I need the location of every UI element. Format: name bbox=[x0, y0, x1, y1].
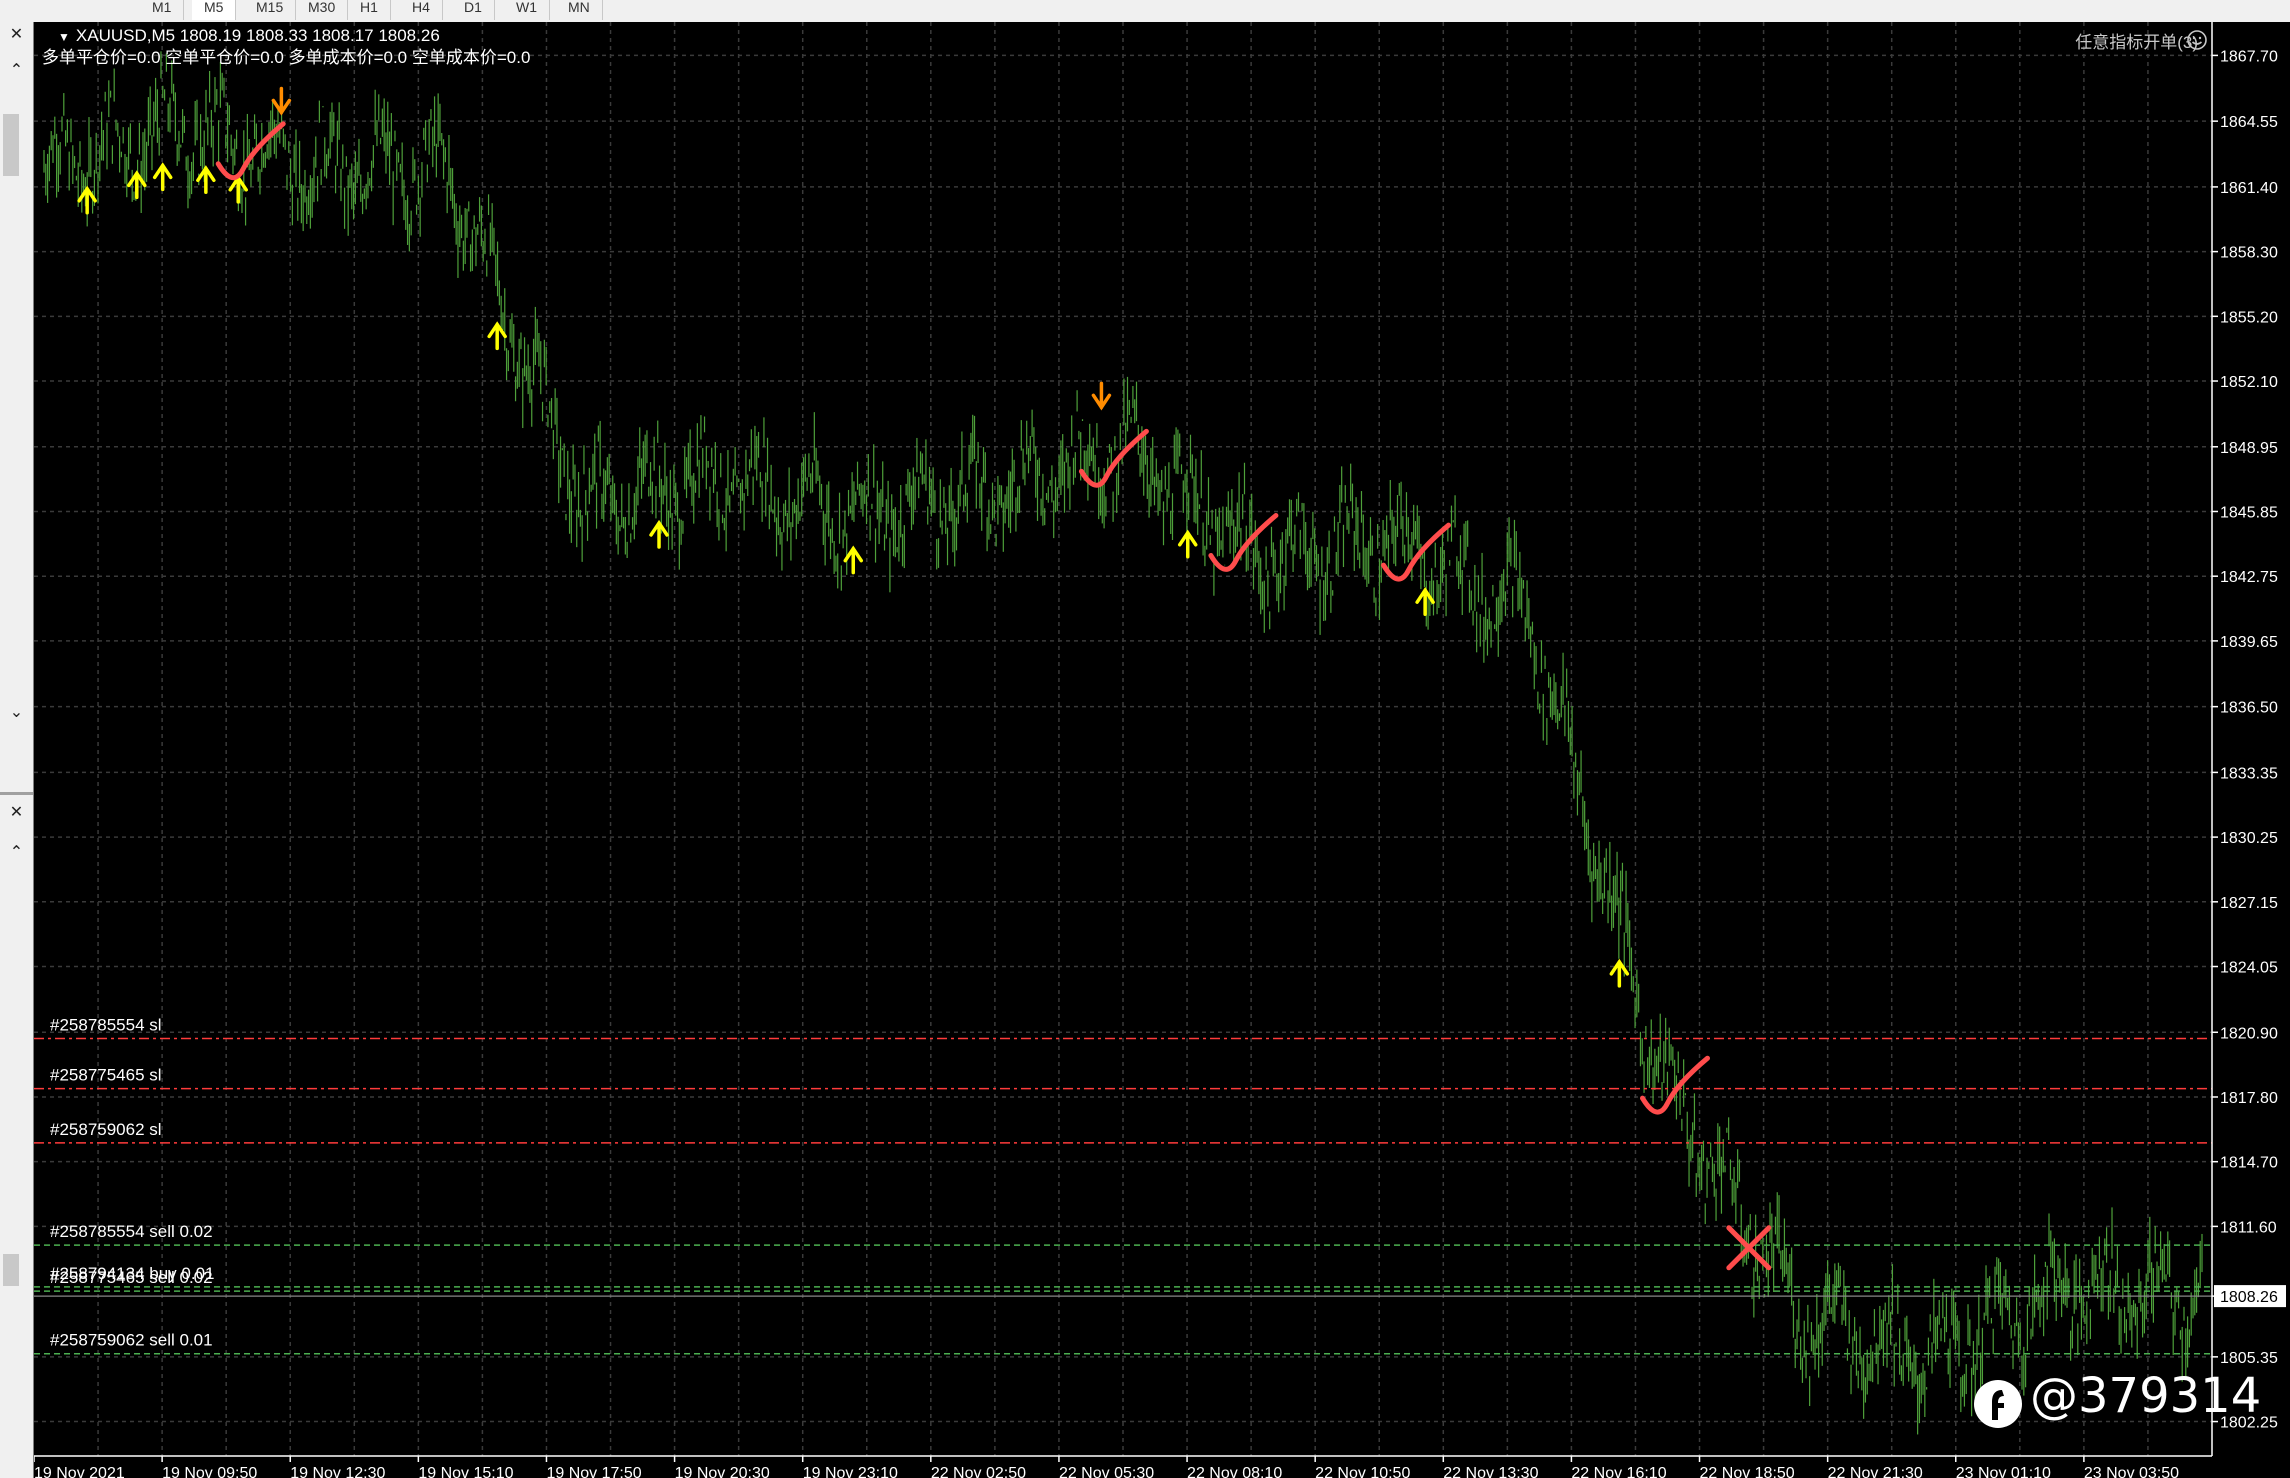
timeframe-toolbar: M1 M5 M15 M30 H1 H4 D1 W1 MN bbox=[0, 0, 2290, 23]
price-tick-label: 1845.85 bbox=[2220, 504, 2278, 521]
timeframe-tab-m30[interactable]: M30 bbox=[296, 0, 349, 20]
price-tick-label: 1805.35 bbox=[2220, 1350, 2278, 1367]
panel-divider[interactable] bbox=[0, 792, 33, 795]
price-tick-label: 1852.10 bbox=[2220, 374, 2278, 391]
price-tick-label: 1864.55 bbox=[2220, 114, 2278, 131]
order-label: #258785554 sl bbox=[50, 1016, 162, 1035]
dropdown-triangle-icon[interactable]: ▼ bbox=[58, 30, 70, 44]
time-tick-label: 19 Nov 17:50 bbox=[546, 1465, 641, 1478]
timeframe-tab-mn[interactable]: MN bbox=[556, 0, 603, 20]
order-label: #258759062 sl bbox=[50, 1120, 162, 1139]
watermark-logo-icon bbox=[1974, 1380, 2022, 1428]
chevron-down-icon[interactable]: ⌄ bbox=[0, 702, 33, 721]
order-label: #258775465 sell 0.02 bbox=[50, 1268, 213, 1287]
price-tick-label: 1833.35 bbox=[2220, 765, 2278, 782]
timeframe-tab-d1[interactable]: D1 bbox=[452, 0, 495, 20]
time-tick-label: 22 Nov 16:10 bbox=[1571, 1465, 1666, 1478]
price-axis-panel bbox=[2212, 22, 2290, 1478]
price-tick-label: 1811.60 bbox=[2220, 1219, 2277, 1236]
order-label: #258759062 sell 0.01 bbox=[50, 1331, 213, 1350]
left-panel-strip: ✕ ⌃ ⌄ ✕ ⌃ bbox=[0, 22, 34, 1478]
price-tick-label: 1836.50 bbox=[2220, 700, 2278, 717]
timeframe-tab-h4[interactable]: H4 bbox=[400, 0, 443, 20]
chart-background bbox=[34, 22, 2290, 1478]
cost-price-line: 多单平仓价=0.0 空单平仓价=0.0 多单成本价=0.0 空单成本价=0.0 bbox=[42, 48, 531, 67]
time-tick-label: 22 Nov 05:30 bbox=[1059, 1465, 1154, 1478]
time-tick-label: 19 Nov 20:30 bbox=[675, 1465, 770, 1478]
watermark-text: @379314 bbox=[2030, 1368, 2262, 1424]
price-tick-label: 1827.15 bbox=[2220, 895, 2278, 912]
indicator-label: 任意指标开单(3) bbox=[2075, 33, 2198, 52]
order-label: #258775465 sl bbox=[50, 1066, 162, 1085]
price-tick-label: 1867.70 bbox=[2220, 48, 2278, 65]
time-tick-label: 22 Nov 18:50 bbox=[1700, 1465, 1795, 1478]
close-icon[interactable]: ✕ bbox=[0, 24, 33, 43]
time-tick-label: 22 Nov 02:50 bbox=[931, 1465, 1026, 1478]
price-tick-label: 1824.05 bbox=[2220, 960, 2278, 977]
chevron-up-icon[interactable]: ⌃ bbox=[0, 842, 33, 861]
time-tick-label: 19 Nov 15:10 bbox=[418, 1465, 513, 1478]
price-tick-label: 1820.90 bbox=[2220, 1025, 2278, 1042]
timeframe-tab-w1[interactable]: W1 bbox=[504, 0, 550, 20]
time-tick-label: 23 Nov 03:50 bbox=[2084, 1465, 2179, 1478]
order-label: #258785554 sell 0.02 bbox=[50, 1222, 213, 1241]
timeframe-tab-m1[interactable]: M1 bbox=[140, 0, 185, 20]
price-tick-label: 1858.30 bbox=[2220, 245, 2278, 262]
timeframe-tab-m15[interactable]: M15 bbox=[244, 0, 297, 20]
time-tick-label: 23 Nov 01:10 bbox=[1956, 1465, 2051, 1478]
scrollbar-thumb[interactable] bbox=[3, 114, 19, 176]
price-tick-label: 1842.75 bbox=[2220, 569, 2278, 586]
time-tick-label: 22 Nov 21:30 bbox=[1828, 1465, 1923, 1478]
price-tick-label: 1817.80 bbox=[2220, 1090, 2278, 1107]
price-tick-label: 1848.95 bbox=[2220, 440, 2278, 457]
price-tick-label: 1855.20 bbox=[2220, 309, 2278, 326]
time-tick-label: 22 Nov 13:30 bbox=[1443, 1465, 1538, 1478]
timeframe-tab-m5[interactable]: M5 bbox=[192, 0, 237, 20]
time-tick-label: 22 Nov 08:10 bbox=[1187, 1465, 1282, 1478]
close-icon[interactable]: ✕ bbox=[0, 802, 33, 821]
time-tick-label: 19 Nov 09:50 bbox=[162, 1465, 257, 1478]
time-tick-label: 19 Nov 2021 bbox=[34, 1465, 125, 1478]
price-tick-label: 1861.40 bbox=[2220, 180, 2278, 197]
price-chart[interactable]: #258785554 sl #258775465 sl #258759062 sl #… bbox=[34, 22, 2290, 1478]
chevron-up-icon[interactable]: ⌃ bbox=[0, 60, 33, 79]
scrollbar-thumb[interactable] bbox=[3, 1254, 19, 1286]
timeframe-tab-h1[interactable]: H1 bbox=[348, 0, 391, 20]
current-price-label: 1808.26 bbox=[2220, 1289, 2278, 1306]
price-tick-label: 1814.70 bbox=[2220, 1155, 2278, 1172]
time-tick-label: 22 Nov 10:50 bbox=[1315, 1465, 1410, 1478]
time-tick-label: 19 Nov 23:10 bbox=[803, 1465, 898, 1478]
price-tick-label: 1830.25 bbox=[2220, 830, 2278, 847]
price-tick-label: 1839.65 bbox=[2220, 634, 2278, 651]
smiley-icon bbox=[2187, 30, 2207, 50]
time-tick-label: 19 Nov 12:30 bbox=[290, 1465, 385, 1478]
